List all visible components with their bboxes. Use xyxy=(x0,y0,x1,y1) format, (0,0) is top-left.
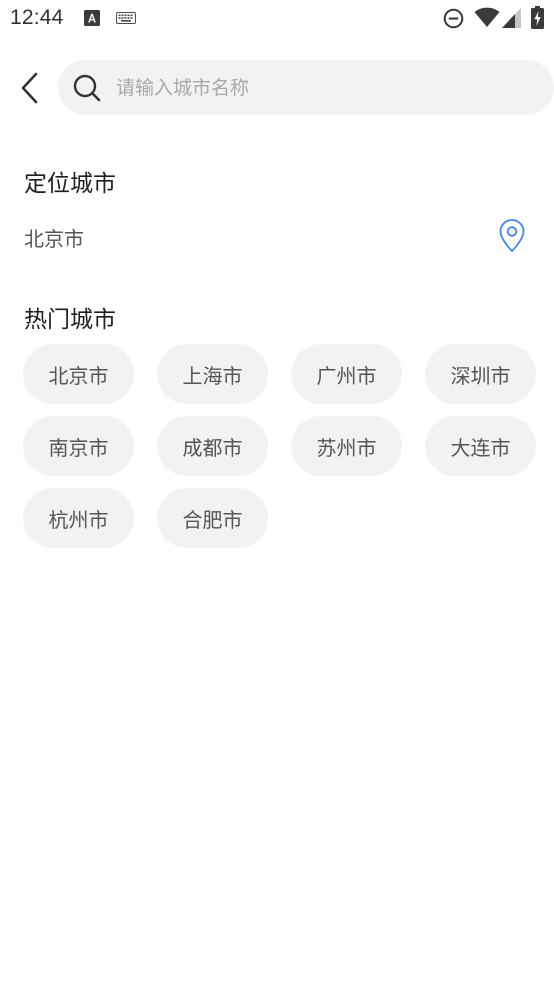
city-chip-shenzhen[interactable]: 深圳市 xyxy=(425,344,536,404)
city-chip-chengdu[interactable]: 成都市 xyxy=(157,416,268,476)
city-chip-nanjing[interactable]: 南京市 xyxy=(23,416,134,476)
location-section-title: 定位城市 xyxy=(24,171,116,197)
city-chip-suzhou[interactable]: 苏州市 xyxy=(291,416,402,476)
city-chip-beijing[interactable]: 北京市 xyxy=(23,344,134,404)
chevron-left-icon xyxy=(21,72,38,104)
keyboard-icon xyxy=(116,12,136,24)
back-button[interactable] xyxy=(10,66,50,110)
status-time: 12:44 xyxy=(10,6,64,29)
a-letter-notification-icon xyxy=(84,10,100,26)
city-chip-guangzhou[interactable]: 广州市 xyxy=(291,344,402,404)
city-chip-dalian[interactable]: 大连市 xyxy=(425,416,536,476)
status-bar: 12:44 xyxy=(0,0,554,36)
city-chip-shanghai[interactable]: 上海市 xyxy=(157,344,268,404)
search-bar[interactable] xyxy=(58,60,554,115)
search-input[interactable] xyxy=(116,60,536,115)
current-location-row[interactable]: 北京市 xyxy=(0,212,554,262)
city-chip-hefei[interactable]: 合肥市 xyxy=(157,488,268,548)
battery-charging-icon xyxy=(531,6,544,29)
do-not-disturb-icon xyxy=(443,8,464,29)
current-location-city: 北京市 xyxy=(24,227,84,251)
city-chip-hangzhou[interactable]: 杭州市 xyxy=(23,488,134,548)
cellular-signal-icon xyxy=(502,8,521,28)
search-icon xyxy=(73,74,101,102)
hot-cities-section-title: 热门城市 xyxy=(24,307,116,333)
wifi-icon xyxy=(474,7,500,27)
location-pin-icon[interactable] xyxy=(496,218,528,254)
